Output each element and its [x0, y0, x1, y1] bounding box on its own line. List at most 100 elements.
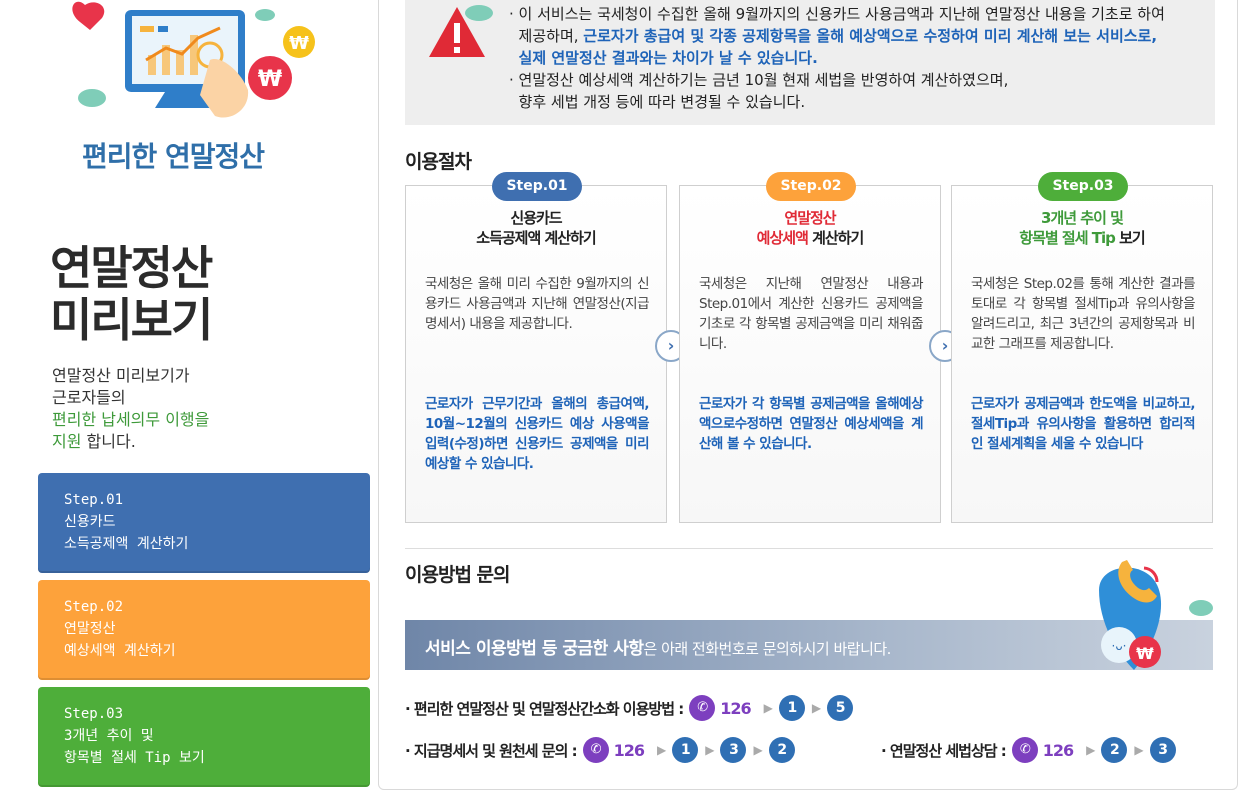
- desc-line-4: 지원 합니다.: [52, 431, 209, 453]
- card-body: 국세청은 지난해 연말정산 내용과 Step.01에서 계산한 신용카드 공제액…: [699, 276, 924, 352]
- card-title-highlight: 항목별 절세 Tip: [1019, 229, 1116, 247]
- card-title-line-2: 소득공제액 계산하기: [476, 229, 596, 247]
- banner-text: 서비스 이용방법 등 궁금한 사항은 아래 전화번호로 문의하시기 바랍니다.: [425, 634, 891, 659]
- inquiry-title: 이용방법 문의: [405, 564, 510, 586]
- banner-rest-text: 은 아래 전화번호로 문의하시기 바랍니다.: [643, 640, 892, 658]
- left-column: ₩ ₩ 편리한 연말정산 연말정산 미리보기 연말정산 미리보기가 근로자들의 …: [0, 0, 378, 795]
- step-badge: Step.02: [766, 172, 856, 201]
- card-title-tail: 계산하기: [807, 229, 864, 247]
- card-title-line-2: 예상세액 계산하기: [680, 228, 940, 248]
- desc-line-2: 근로자들의: [52, 388, 126, 407]
- card-note: 근로자가 공제금액과 한도액을 비교하고, 절세Tip과 유의사항을 활용하면 …: [971, 396, 1196, 452]
- inquiry-row-usage: · 편리한 연말정산 및 연말정산간소화 이용방법 : ✆ 126 ▶ 1 ▶ …: [405, 695, 854, 721]
- notice-line-2b: 근로자가 총급여 및 각종 공제항목을 올해 예상액으로 수정하여 미리 계산해…: [583, 27, 1158, 45]
- arrow-icon: ▶: [753, 743, 762, 757]
- phone-code: 126: [613, 740, 645, 760]
- inquiry-row-withholding: · 지급명세서 및 원천세 문의 : ✆ 126 ▶ 1 ▶ 3 ▶ 2: [405, 737, 795, 763]
- step-02-button[interactable]: Step.02 연말정산 예상세액 계산하기: [38, 580, 370, 680]
- phone-icon: ✆: [582, 737, 609, 763]
- card-title-line-1: 연말정산: [784, 209, 836, 227]
- card-title: 3개년 추이 및 항목별 절세 Tip 보기: [952, 208, 1212, 248]
- card-body: 국세청은 Step.02를 통해 계산한 결과를 토대로 각 항목별 절세Tip…: [971, 276, 1196, 352]
- card-title-line-2: 항목별 절세 Tip 보기: [952, 228, 1212, 248]
- menu-number: 1: [778, 695, 805, 721]
- card-title: 연말정산 예상세액 계산하기: [680, 208, 940, 248]
- notice-line-1: · 이 서비스는 국세청이 수집한 올해 9월까지의 신용카드 사용금액과 지난…: [509, 5, 1165, 23]
- step-01-label: Step.01: [64, 492, 124, 508]
- phone-code: 126: [1042, 740, 1074, 760]
- step-03-line-1: 3개년 추이 및: [64, 728, 154, 744]
- arrow-icon: ▶: [763, 701, 773, 715]
- arrow-icon: ▶: [811, 701, 821, 715]
- notice-line-2: 제공하며, 근로자가 총급여 및 각종 공제항목을 올해 예상액으로 수정하여 …: [509, 25, 1199, 47]
- step-01-line-1: 신용카드: [64, 514, 116, 530]
- menu-number: 2: [1101, 737, 1128, 763]
- notice-line-4: · 연말정산 예상세액 계산하기는 금년 10월 현재 세법을 반영하여 계산하…: [509, 71, 1009, 89]
- procedure-card-03: Step.03 3개년 추이 및 항목별 절세 Tip 보기 국세청은 Step…: [951, 172, 1213, 523]
- svg-text:₩: ₩: [289, 33, 309, 54]
- desc-tail: 합니다.: [81, 432, 136, 451]
- inquiry-row-tax-consult: · 연말정산 세법상담 : ✆ 126 ▶ 2 ▶ 3: [881, 737, 1176, 763]
- menu-number: 3: [1149, 737, 1176, 763]
- desc-line-1: 연말정산 미리보기가: [52, 366, 190, 385]
- arrow-icon: ▶: [1086, 743, 1095, 757]
- desc-highlight: 지원: [52, 432, 82, 451]
- notice-text: · 이 서비스는 국세청이 수집한 올해 9월까지의 신용카드 사용금액과 지난…: [509, 3, 1199, 113]
- content-panel: · 이 서비스는 국세청이 수집한 올해 9월까지의 신용카드 사용금액과 지난…: [378, 0, 1238, 790]
- svg-text:₩: ₩: [258, 67, 282, 92]
- menu-number: 3: [720, 737, 747, 763]
- arrow-icon: ▶: [657, 743, 666, 757]
- phone-icon: ✆: [689, 695, 716, 721]
- procedure-card-01: Step.01 신용카드 소득공제액 계산하기 국세청은 올해 미리 수집한 9…: [405, 172, 667, 523]
- step-02-line-2: 예상세액 계산하기: [64, 643, 176, 659]
- step-03-label: Step.03: [64, 706, 124, 722]
- card-title: 신용카드 소득공제액 계산하기: [406, 208, 666, 248]
- page-title-line-2: 미리보기: [50, 293, 213, 347]
- card-title-tail: 보기: [1114, 229, 1146, 247]
- card-title-highlight: 예상세액: [756, 229, 809, 247]
- step-03-line-2: 항목별 절세 Tip 보기: [64, 750, 205, 766]
- procedure-title: 이용절차: [405, 151, 472, 173]
- step-03-button[interactable]: Step.03 3개년 추이 및 항목별 절세 Tip 보기: [38, 687, 370, 787]
- section-divider: [405, 548, 1213, 549]
- banner-bold-text: 서비스 이용방법 등 궁금한 사항: [425, 639, 644, 659]
- page-title-line-1: 연말정산: [50, 241, 213, 295]
- brand-title: 편리한 연말정산: [82, 140, 265, 173]
- arrow-icon: ▶: [1134, 743, 1143, 757]
- step-badge: Step.03: [1038, 172, 1128, 201]
- notice-line-3-text: 실제 연말정산 결과와는 차이가 날 수 있습니다.: [518, 49, 818, 67]
- notice-line-3: 실제 연말정산 결과와는 차이가 날 수 있습니다.: [509, 47, 1199, 69]
- row-label: · 편리한 연말정산 및 연말정산간소화 이용방법 :: [405, 699, 684, 718]
- svg-text:₩: ₩: [1136, 644, 1154, 663]
- menu-number: 2: [768, 737, 795, 763]
- menu-number: 1: [672, 737, 699, 763]
- card-title-line-1: 신용카드: [510, 209, 562, 227]
- step-02-label: Step.02: [64, 599, 124, 615]
- notice-line-5: 향후 세법 개정 등에 따라 변경될 수 있습니다.: [509, 91, 1199, 113]
- page-description: 연말정산 미리보기가 근로자들의 편리한 납세의무 이행을 지원 합니다.: [52, 365, 209, 453]
- card-note: 근로자가 각 항목별 공제금액을 올해예상액으로수정하면 연말정산 예상세액을 …: [699, 396, 924, 452]
- page-title: 연말정산 미리보기: [50, 241, 213, 347]
- notice-box: · 이 서비스는 국세청이 수집한 올해 9월까지의 신용카드 사용금액과 지난…: [405, 0, 1215, 125]
- notice-line-2a: 제공하며,: [518, 27, 584, 45]
- phone-code: 126: [720, 698, 751, 718]
- step-01-line-2: 소득공제액 계산하기: [64, 536, 189, 552]
- procedure-card-02: Step.02 연말정산 예상세액 계산하기 국세청은 지난해 연말정산 내용과…: [679, 172, 941, 523]
- menu-number: 5: [827, 695, 854, 721]
- card-title-line-1: 3개년 추이 및: [1041, 209, 1124, 227]
- step-badge: Step.01: [492, 172, 582, 201]
- card-body: 국세청은 올해 미리 수집한 9월까지의 신용카드 사용금액과 지난해 연말정산…: [425, 276, 650, 332]
- step-01-button[interactable]: Step.01 신용카드 소득공제액 계산하기: [38, 473, 370, 573]
- phone-icon: ✆: [1011, 737, 1038, 763]
- row-label: · 지급명세서 및 원천세 문의 :: [405, 741, 578, 760]
- card-note: 근로자가 근무기간과 올해의 총급여액, 10월~12월의 신용카드 예상 사용…: [425, 396, 650, 472]
- notice-line-5-text: 향후 세법 개정 등에 따라 변경될 수 있습니다.: [518, 93, 806, 111]
- row-label: · 연말정산 세법상담 :: [881, 741, 1007, 760]
- desc-line-3: 편리한 납세의무 이행을: [52, 410, 210, 429]
- monitor-chart-illustration: ₩ ₩: [72, 1, 315, 118]
- warning-icon: [429, 5, 493, 57]
- phone-illustration: ·ᴗ· ₩: [1099, 560, 1213, 670]
- arrow-icon: ▶: [705, 743, 714, 757]
- svg-text:·ᴗ·: ·ᴗ·: [1112, 639, 1127, 653]
- step-02-line-1: 연말정산: [64, 621, 116, 637]
